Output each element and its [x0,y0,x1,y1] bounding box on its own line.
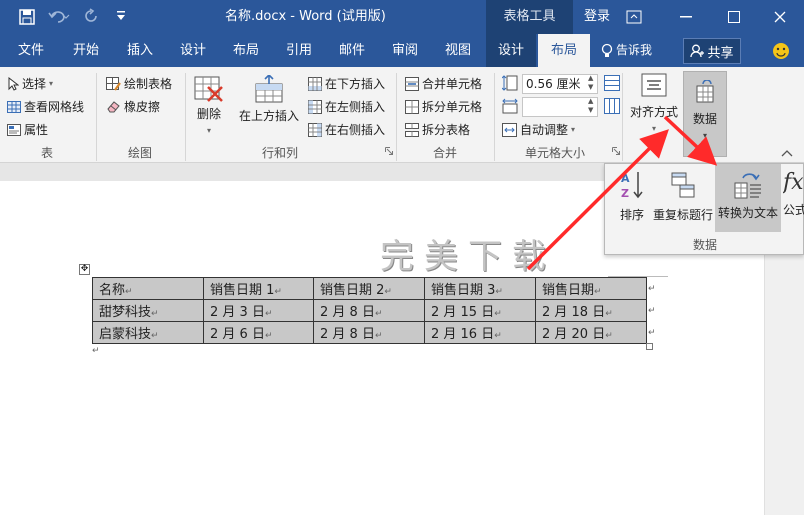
arrow-to-convert [663,115,718,166]
arrow-to-alignment [526,129,669,271]
annotation-arrows [526,115,718,271]
